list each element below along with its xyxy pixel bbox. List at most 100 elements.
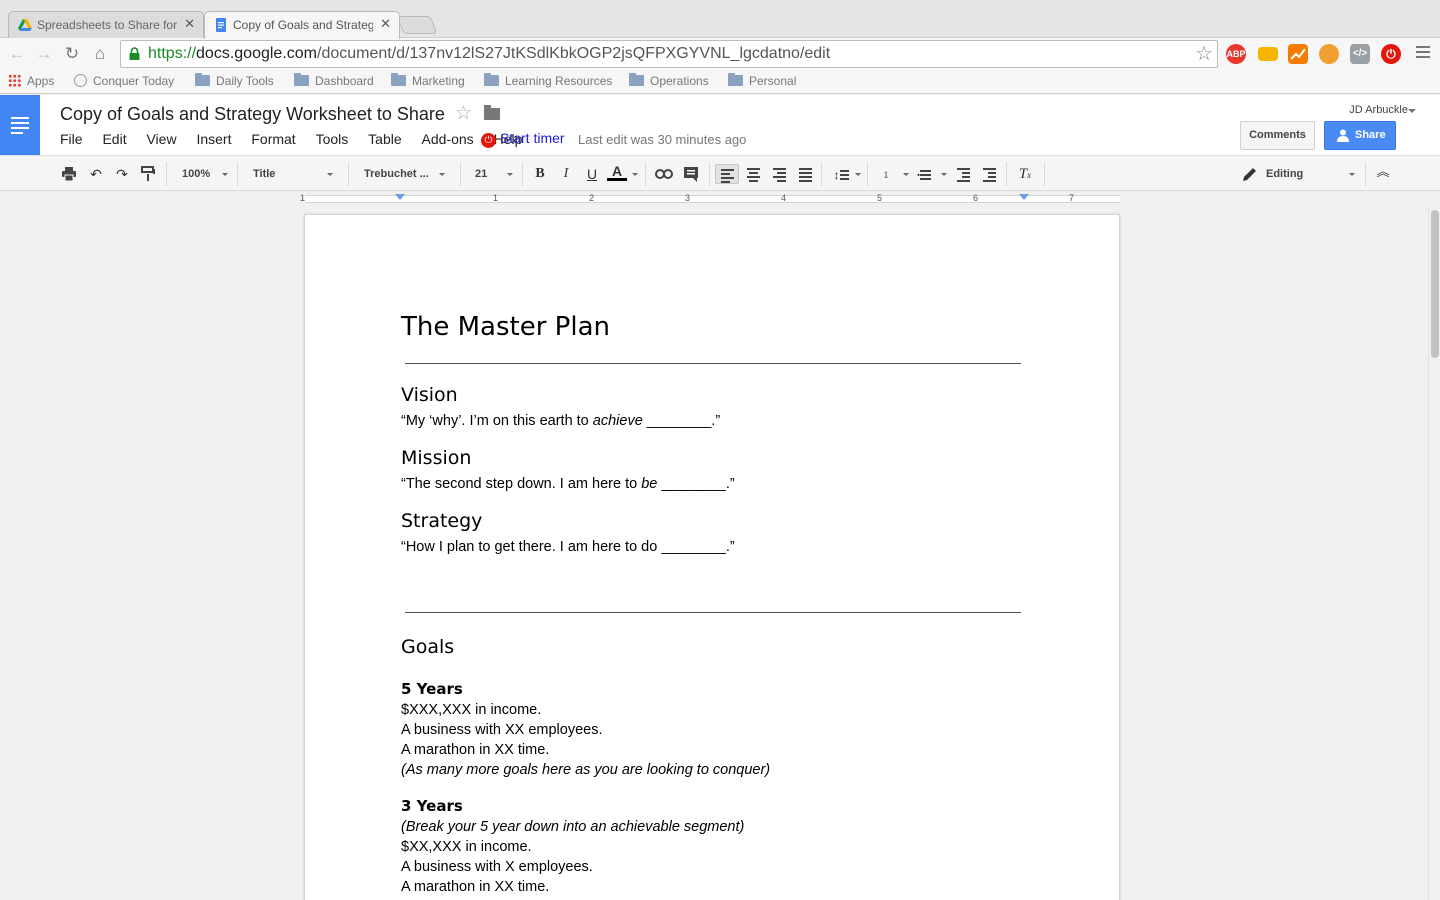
bookmark-star-icon[interactable]: ☆ — [1195, 41, 1213, 67]
tab-close-icon[interactable]: ✕ — [380, 16, 391, 32]
ruler: 1 1 2 3 4 5 6 7 — [0, 191, 1428, 207]
bold-icon[interactable]: B — [530, 164, 550, 184]
document-canvas: The Master Plan Vision “My ‘why’. I’m on… — [0, 207, 1428, 900]
paint-format-icon[interactable] — [138, 164, 158, 184]
zoom-select[interactable]: 100% — [182, 164, 210, 184]
clear-formatting-icon[interactable]: Tx — [1015, 164, 1035, 184]
undo-icon[interactable]: ↶ — [86, 164, 106, 184]
star-icon[interactable]: ☆ — [455, 102, 472, 125]
link-icon[interactable] — [654, 164, 674, 184]
bookmark-conquer-today[interactable]: Conquer Today — [74, 74, 174, 88]
move-to-folder-icon[interactable] — [484, 105, 500, 120]
chevron-down-icon — [507, 173, 513, 176]
underline-icon[interactable]: U — [582, 164, 602, 184]
bookmark-label: Marketing — [412, 74, 465, 88]
italic-icon[interactable]: I — [556, 164, 576, 184]
menu-edit[interactable]: Edit — [102, 131, 126, 147]
scrollbar-thumb[interactable] — [1431, 210, 1439, 358]
bookmark-marketing[interactable]: Marketing — [391, 73, 465, 88]
vision-heading: Vision — [401, 384, 458, 406]
menu-view[interactable]: View — [146, 131, 176, 147]
extension-tag-icon[interactable] — [1258, 47, 1278, 61]
collapse-menus-icon[interactable]: ︽ — [1373, 164, 1393, 184]
ruler-number: 6 — [973, 193, 979, 203]
print-icon[interactable] — [59, 164, 79, 184]
last-edit-status[interactable]: Last edit was 30 minutes ago — [578, 132, 746, 147]
extension-code-icon[interactable]: </> — [1350, 44, 1370, 64]
forward-icon[interactable]: → — [33, 43, 55, 65]
document-title[interactable]: Copy of Goals and Strategy Worksheet to … — [60, 104, 445, 125]
goal-line: A marathon in XX time. — [401, 742, 550, 758]
chevron-down-icon[interactable] — [1408, 109, 1416, 113]
share-button[interactable]: Share — [1324, 121, 1396, 150]
adblock-icon[interactable]: ABP — [1226, 44, 1246, 64]
address-bar[interactable]: https://docs.google.com/document/d/137nv… — [120, 40, 1218, 68]
line-spacing-icon[interactable]: ↕ — [831, 164, 851, 184]
decrease-indent-icon[interactable] — [953, 164, 973, 184]
tab-close-icon[interactable]: ✕ — [184, 16, 195, 32]
comment-icon[interactable] — [681, 164, 701, 184]
font-size-select[interactable]: 21 — [475, 164, 487, 184]
vertical-scrollbar[interactable] — [1428, 207, 1440, 900]
text-color-icon[interactable]: A — [607, 164, 627, 184]
align-left-icon[interactable] — [715, 164, 739, 184]
adblock-label: ABP — [1226, 49, 1246, 59]
menu-format[interactable]: Format — [251, 131, 295, 147]
bulleted-list-icon[interactable]: • — [914, 164, 934, 184]
left-indent-marker[interactable] — [395, 194, 405, 200]
numbered-list-icon[interactable]: 1 — [876, 164, 896, 202]
bookmark-apps[interactable]: Apps — [8, 74, 54, 88]
extension-face-icon[interactable] — [1319, 44, 1339, 64]
horizontal-rule — [405, 363, 1021, 364]
lock-icon — [129, 47, 140, 60]
chevron-down-icon — [855, 173, 861, 176]
paragraph-style-select[interactable]: Title — [253, 164, 275, 184]
ruler-number: 4 — [781, 193, 787, 203]
account-name[interactable]: JD Arbuckle — [1349, 104, 1408, 116]
bookmark-learning-resources[interactable]: Learning Resources — [484, 73, 612, 88]
bookmark-label: Personal — [749, 74, 797, 88]
docs-home-icon[interactable] — [0, 95, 40, 155]
align-right-icon[interactable] — [769, 164, 789, 184]
tab-goals-doc[interactable]: Copy of Goals and Strateg ✕ — [204, 11, 400, 39]
document-page[interactable]: The Master Plan Vision “My ‘why’. I’m on… — [304, 214, 1120, 900]
menu-tools[interactable]: Tools — [316, 131, 349, 147]
menu-table[interactable]: Table — [368, 131, 401, 147]
align-center-icon[interactable] — [743, 164, 763, 184]
comments-button[interactable]: Comments — [1240, 121, 1315, 150]
url-path: /document/d/137nv12lS27JtKSdlKbkOGP2jsQF… — [317, 45, 831, 62]
editing-mode-select[interactable]: Editing — [1266, 164, 1303, 184]
align-justify-icon[interactable] — [795, 164, 815, 184]
goal-line: A marathon in XX time. — [401, 879, 550, 895]
chevron-down-icon — [222, 173, 228, 176]
start-timer-button[interactable]: ⏻ Start timer — [481, 130, 565, 148]
bookmark-operations[interactable]: Operations — [629, 73, 709, 88]
ruler-number: 5 — [877, 193, 883, 203]
google-docs-icon — [216, 18, 226, 32]
right-indent-marker[interactable] — [1019, 194, 1029, 200]
menu-add-ons[interactable]: Add-ons — [422, 131, 474, 147]
font-select[interactable]: Trebuchet ... — [364, 164, 429, 184]
person-icon — [1337, 129, 1349, 142]
five-years-heading: 5 Years — [401, 680, 463, 698]
bookmark-label: Operations — [650, 74, 709, 88]
redo-icon[interactable]: ↷ — [112, 164, 132, 184]
extension-power-icon[interactable]: ⏻ — [1381, 44, 1401, 64]
home-icon[interactable]: ⌂ — [89, 43, 111, 65]
docs-header: Copy of Goals and Strategy Worksheet to … — [0, 95, 1440, 155]
reload-icon[interactable]: ↻ — [61, 43, 83, 65]
menu-insert[interactable]: Insert — [196, 131, 231, 147]
increase-indent-icon[interactable] — [979, 164, 999, 184]
tab-spreadsheets[interactable]: Spreadsheets to Share for ✕ — [8, 11, 204, 38]
bookmark-dashboard[interactable]: Dashboard — [294, 73, 374, 88]
bookmark-daily-tools[interactable]: Daily Tools — [195, 73, 274, 88]
chrome-menu-icon[interactable] — [1416, 46, 1430, 61]
pencil-icon — [1240, 164, 1260, 184]
docs-menubar: File Edit View Insert Format Tools Table… — [60, 131, 538, 147]
new-tab-button[interactable] — [396, 16, 438, 34]
extension-chart-icon[interactable] — [1288, 44, 1308, 64]
back-icon[interactable]: ← — [6, 43, 28, 65]
menu-file[interactable]: File — [60, 131, 83, 147]
start-timer-label: Start timer — [500, 130, 565, 146]
bookmark-personal[interactable]: Personal — [728, 73, 797, 88]
